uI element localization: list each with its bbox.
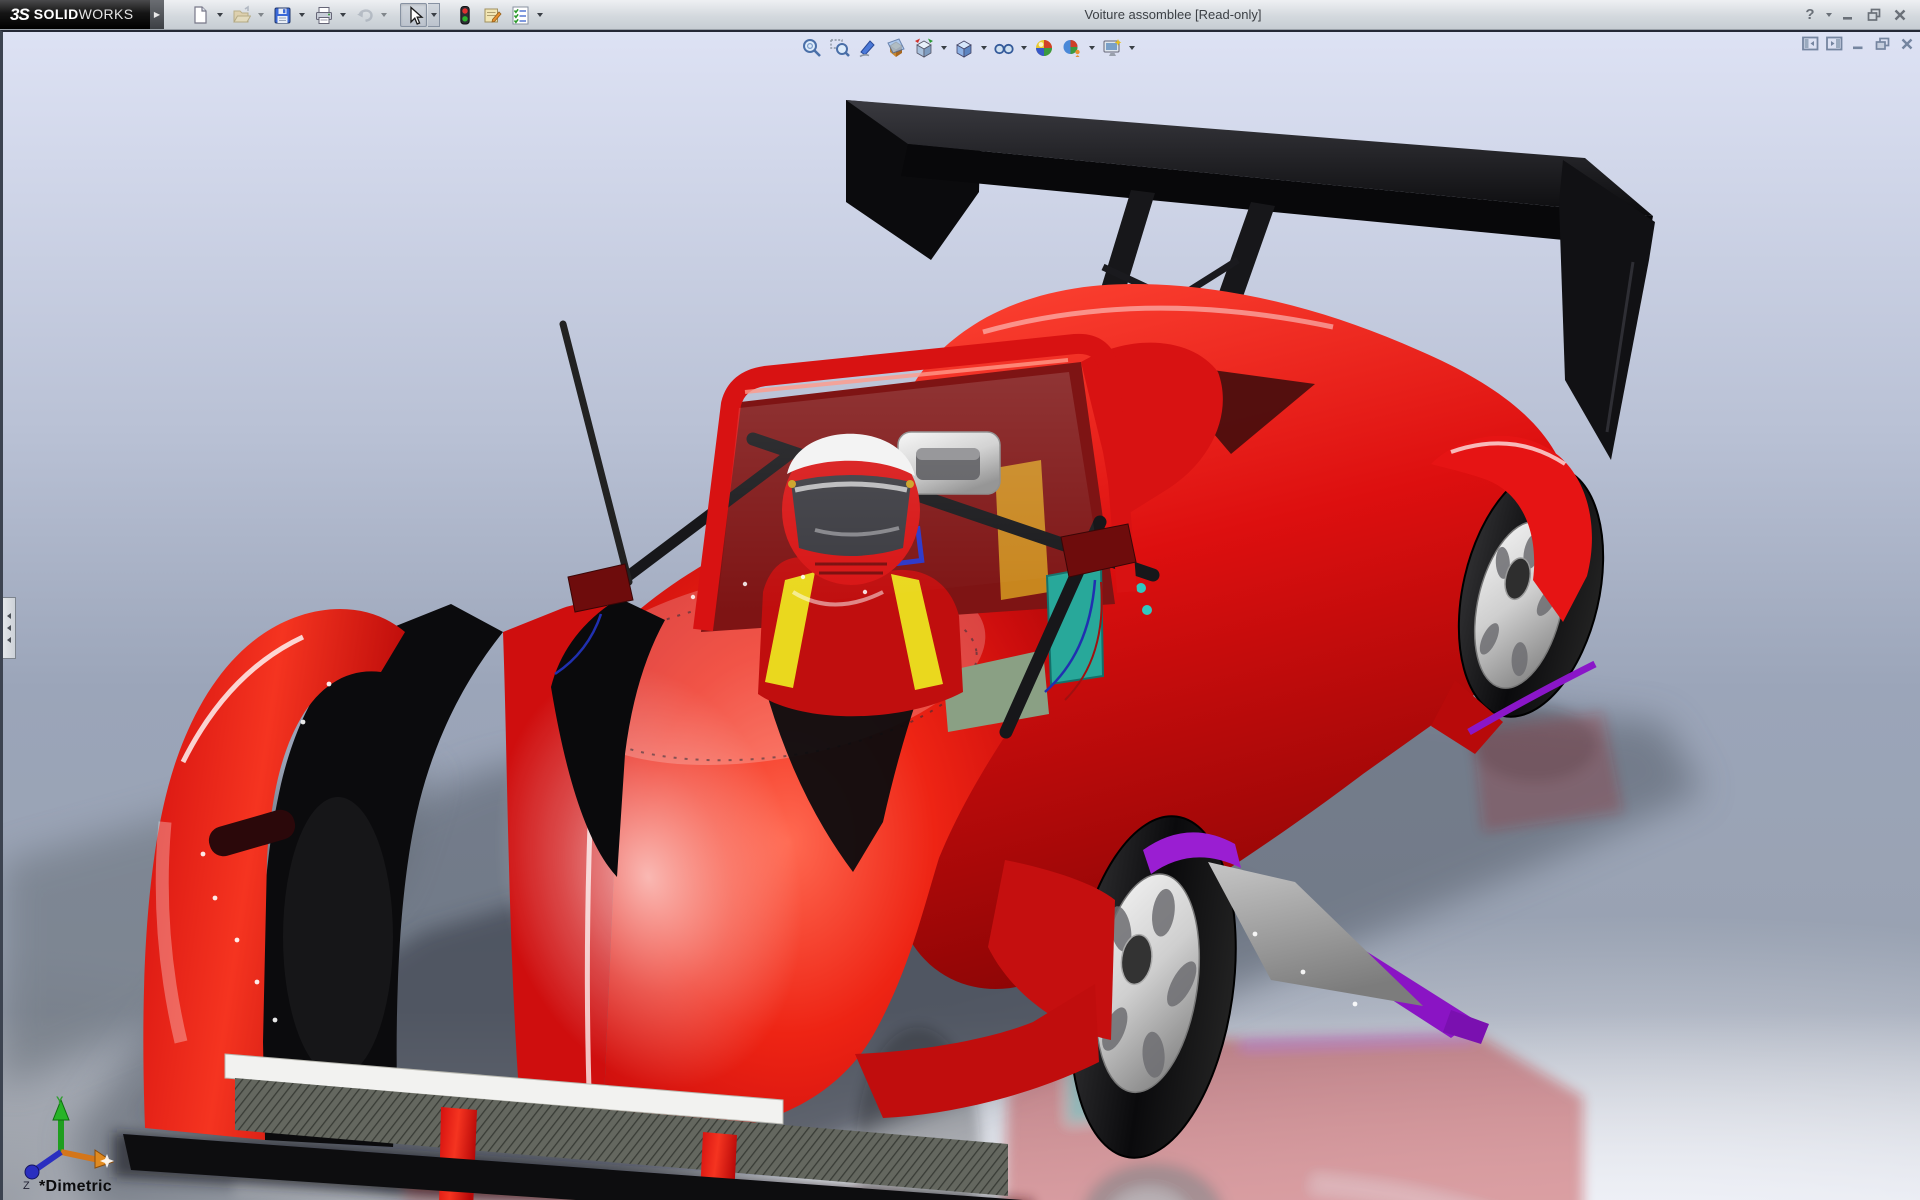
previous-view-button[interactable]	[855, 35, 881, 61]
featuremanager-pane-toggle-button[interactable]	[1802, 36, 1819, 51]
undo-button[interactable]	[350, 3, 377, 27]
select-dropdown[interactable]	[428, 3, 440, 27]
print-button[interactable]	[309, 3, 336, 27]
orientation-triad: Y Z	[17, 1094, 121, 1190]
solidworks-logo: 3S SOLIDWORKS	[0, 0, 150, 29]
document-window-controls	[1802, 36, 1915, 51]
zoom-to-area-icon	[829, 37, 851, 59]
window-title: Voiture assomblee [Read-only]	[546, 0, 1800, 29]
comment-note-icon	[482, 5, 502, 25]
brand-mark: 3S	[10, 5, 29, 25]
display-pane-toggle-button[interactable]	[1826, 36, 1843, 51]
view-settings-icon	[1101, 37, 1123, 59]
windshield-glass	[717, 372, 1101, 612]
document-minimize-icon	[1851, 37, 1866, 51]
section-view-button[interactable]	[883, 35, 909, 61]
save-floppy-icon	[272, 5, 292, 25]
document-restore-icon	[1875, 37, 1891, 51]
minimize-button[interactable]	[1838, 5, 1858, 25]
edit-appearance-icon	[1033, 37, 1055, 59]
collapse-arrow-icon	[7, 637, 11, 643]
pane-toggle-right-icon	[1826, 36, 1843, 51]
previous-view-icon	[857, 37, 879, 59]
design-checklist-button[interactable]	[506, 3, 533, 27]
new-document-icon	[190, 5, 210, 25]
viewport-3d-scene[interactable]	[3, 32, 1920, 1200]
printer-icon	[313, 5, 333, 25]
view-orientation-dropdown[interactable]	[939, 35, 949, 61]
document-close-icon	[1900, 37, 1914, 51]
title-bar: 3S SOLIDWORKS ▶	[0, 0, 1920, 30]
hide-show-items-icon	[993, 37, 1015, 59]
triad-z-axis	[35, 1152, 61, 1170]
traffic-light-icon	[454, 5, 474, 25]
heads-up-view-toolbar	[799, 35, 1137, 61]
open-document-dropdown[interactable]	[255, 3, 267, 27]
restore-button[interactable]	[1864, 5, 1884, 25]
undo-dropdown[interactable]	[378, 3, 390, 27]
new-document-button[interactable]	[186, 3, 213, 27]
save-button[interactable]	[268, 3, 295, 27]
view-orientation-icon	[913, 37, 935, 59]
help-dropdown[interactable]	[1826, 13, 1832, 17]
document-restore-button[interactable]	[1874, 36, 1891, 51]
collapse-arrow-icon	[7, 613, 11, 619]
save-dropdown[interactable]	[296, 3, 308, 27]
edit-appearance-button[interactable]	[1031, 35, 1057, 61]
traffic-light-button[interactable]	[450, 3, 477, 27]
close-icon	[1893, 8, 1907, 22]
view-orientation-button[interactable]	[911, 35, 937, 61]
view-settings-dropdown[interactable]	[1127, 35, 1137, 61]
view-orientation-label: *Dimetric	[39, 1178, 112, 1196]
triad-z-label: Z	[23, 1180, 30, 1190]
apply-scene-icon	[1061, 37, 1083, 59]
restore-icon	[1867, 8, 1882, 22]
apply-scene-dropdown[interactable]	[1087, 35, 1097, 61]
close-button[interactable]	[1890, 5, 1910, 25]
main-toolbar	[164, 0, 546, 29]
hide-show-items-dropdown[interactable]	[1019, 35, 1029, 61]
document-close-button[interactable]	[1898, 36, 1915, 51]
pane-toggle-left-icon	[1802, 36, 1819, 51]
triad-x-axis	[61, 1152, 99, 1160]
triad-y-label: Y	[56, 1095, 64, 1107]
display-style-button[interactable]	[951, 35, 977, 61]
section-view-icon	[885, 37, 907, 59]
collapse-arrow-icon	[7, 625, 11, 631]
open-document-button[interactable]	[227, 3, 254, 27]
display-style-dropdown[interactable]	[979, 35, 989, 61]
select-button[interactable]	[400, 3, 427, 27]
hide-show-items-button[interactable]	[991, 35, 1017, 61]
zoom-to-fit-icon	[801, 37, 823, 59]
undo-arrow-icon	[354, 5, 374, 25]
minimize-icon	[1841, 8, 1855, 22]
apply-scene-button[interactable]	[1059, 35, 1085, 61]
window-controls: ?	[1800, 0, 1920, 29]
display-style-icon	[953, 37, 975, 59]
graphics-viewport[interactable]: Y Z *Dimetric	[0, 30, 1920, 1200]
menu-expand-arrow-icon[interactable]: ▶	[150, 0, 164, 29]
checklist-dropdown[interactable]	[534, 3, 546, 27]
comment-note-button[interactable]	[478, 3, 505, 27]
print-dropdown[interactable]	[337, 3, 349, 27]
view-settings-button[interactable]	[1099, 35, 1125, 61]
zoom-to-fit-button[interactable]	[799, 35, 825, 61]
select-cursor-icon	[404, 5, 424, 25]
brand-name: SOLIDWORKS	[34, 6, 134, 24]
featuremanager-collapsed-tab[interactable]	[3, 597, 16, 659]
new-document-dropdown[interactable]	[214, 3, 226, 27]
checklist-icon	[510, 5, 530, 25]
document-minimize-button[interactable]	[1850, 36, 1867, 51]
help-button[interactable]: ?	[1800, 5, 1820, 25]
zoom-to-area-button[interactable]	[827, 35, 853, 61]
open-folder-icon	[231, 5, 251, 25]
